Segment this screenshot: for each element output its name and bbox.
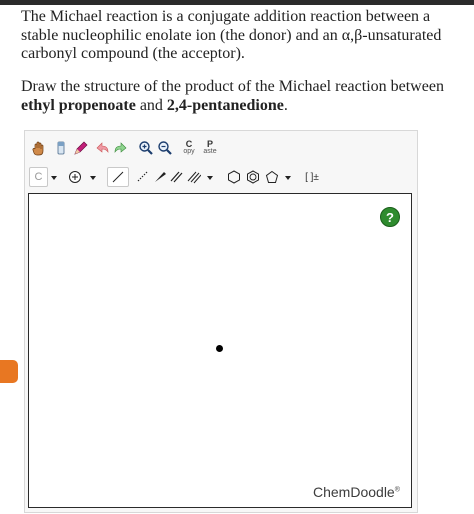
bond-dropdown-icon[interactable]	[207, 176, 213, 180]
element-selector[interactable]: C	[29, 167, 48, 187]
eraser-icon[interactable]	[50, 137, 72, 159]
help-label: ?	[386, 209, 394, 225]
charge-icon[interactable]	[64, 166, 86, 188]
single-bond-icon	[112, 171, 124, 183]
paste-rest: aste	[203, 148, 217, 155]
redo-icon[interactable]	[110, 137, 132, 159]
question-prompt: Draw the structure of the product of the…	[21, 78, 461, 115]
side-tab[interactable]	[0, 360, 18, 383]
top-bar	[0, 0, 474, 5]
brand-name: ChemDoodle	[313, 484, 395, 500]
single-bond-button[interactable]	[107, 167, 129, 187]
copy-rest: opy	[183, 148, 195, 155]
conjunction: and	[135, 96, 167, 114]
bracket-button[interactable]: [ ]±	[300, 166, 324, 188]
element-label: C	[34, 171, 43, 183]
brand-mark: ®	[394, 486, 400, 494]
charge-dropdown-icon[interactable]	[90, 176, 96, 180]
zoom-out-icon[interactable]	[154, 137, 176, 159]
prompt-end: .	[283, 96, 288, 114]
element-dropdown-icon[interactable]	[51, 176, 57, 180]
chemdoodle-brand: ChemDoodle®	[313, 484, 400, 500]
paste-button[interactable]: Paste	[199, 136, 221, 160]
copy-letter: C	[185, 139, 193, 149]
pencil-icon[interactable]	[70, 137, 92, 159]
canvas-cursor-dot	[216, 345, 223, 352]
copy-button[interactable]: Copy	[178, 136, 200, 160]
bracket-label: [ ]±	[305, 171, 319, 183]
hand-icon[interactable]	[28, 137, 50, 159]
triple-bond-icon[interactable]	[183, 166, 205, 188]
reactant-2: 2,4-pentanedione	[166, 96, 284, 114]
ring-dropdown-icon[interactable]	[285, 176, 291, 180]
question-intro: The Michael reaction is a conjugate addi…	[21, 8, 461, 64]
paste-letter: P	[206, 139, 213, 149]
reactant-1: ethyl propenoate	[21, 96, 136, 114]
question-intro-text: The Michael reaction is a conjugate addi…	[21, 8, 442, 62]
prompt-prefix: Draw the structure of the product of the…	[21, 78, 444, 95]
help-button[interactable]: ?	[380, 207, 400, 227]
pentagon-ring-icon[interactable]	[261, 166, 283, 188]
